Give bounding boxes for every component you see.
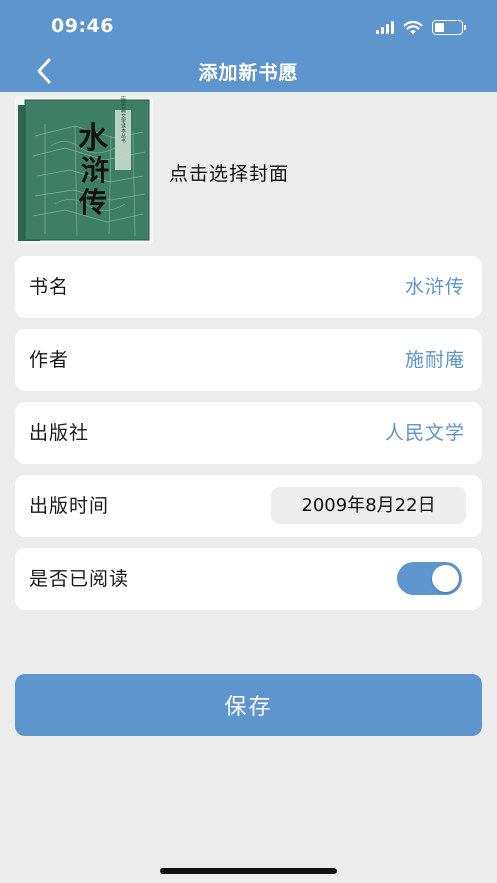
publisher-value[interactable]: 人民文学 <box>385 402 465 464</box>
field-publisher[interactable]: 出版社 人民文学 <box>15 402 482 464</box>
cover-picker-row[interactable]: 中国古典文学读本丛书 水 浒 传 点击选择封面 <box>15 96 482 246</box>
publish-date-picker[interactable]: 2009年8月22日 <box>271 487 466 524</box>
author-value[interactable]: 施耐庵 <box>405 329 465 391</box>
page-title: 添加新书愿 <box>198 62 299 84</box>
battery-icon <box>432 19 466 35</box>
field-read-status: 是否已阅读 <box>15 548 482 610</box>
save-button[interactable]: 保存 <box>15 674 482 736</box>
home-indicator[interactable] <box>160 868 337 874</box>
book-title-value[interactable]: 水浒传 <box>405 256 465 318</box>
cellular-signal-icon <box>376 20 394 34</box>
wifi-icon <box>403 20 423 34</box>
svg-text:浒: 浒 <box>81 154 109 187</box>
author-label: 作者 <box>29 349 70 371</box>
toggle-knob <box>432 565 459 592</box>
book-cover-image[interactable]: 中国古典文学读本丛书 水 浒 传 <box>15 96 153 244</box>
svg-text:水: 水 <box>78 121 109 156</box>
publisher-label: 出版社 <box>29 422 90 444</box>
field-publish-date[interactable]: 出版时间 2009年8月22日 <box>15 475 482 537</box>
book-title-label: 书名 <box>29 276 70 298</box>
status-icons <box>376 17 466 37</box>
choose-cover-label[interactable]: 点击选择封面 <box>169 159 289 186</box>
status-time: 09:46 <box>51 15 114 37</box>
svg-text:中国古典文学读本丛书: 中国古典文学读本丛书 <box>120 96 126 144</box>
read-status-label: 是否已阅读 <box>29 568 130 590</box>
publish-date-label: 出版时间 <box>29 495 110 517</box>
svg-text:传: 传 <box>78 186 107 219</box>
read-status-toggle[interactable] <box>397 562 462 595</box>
book-cover-art: 中国古典文学读本丛书 水 浒 传 <box>15 96 153 244</box>
app-header: 09:46 添加新书愿 <box>0 0 497 92</box>
field-author[interactable]: 作者 施耐庵 <box>15 329 482 391</box>
field-book-title[interactable]: 书名 水浒传 <box>15 256 482 318</box>
